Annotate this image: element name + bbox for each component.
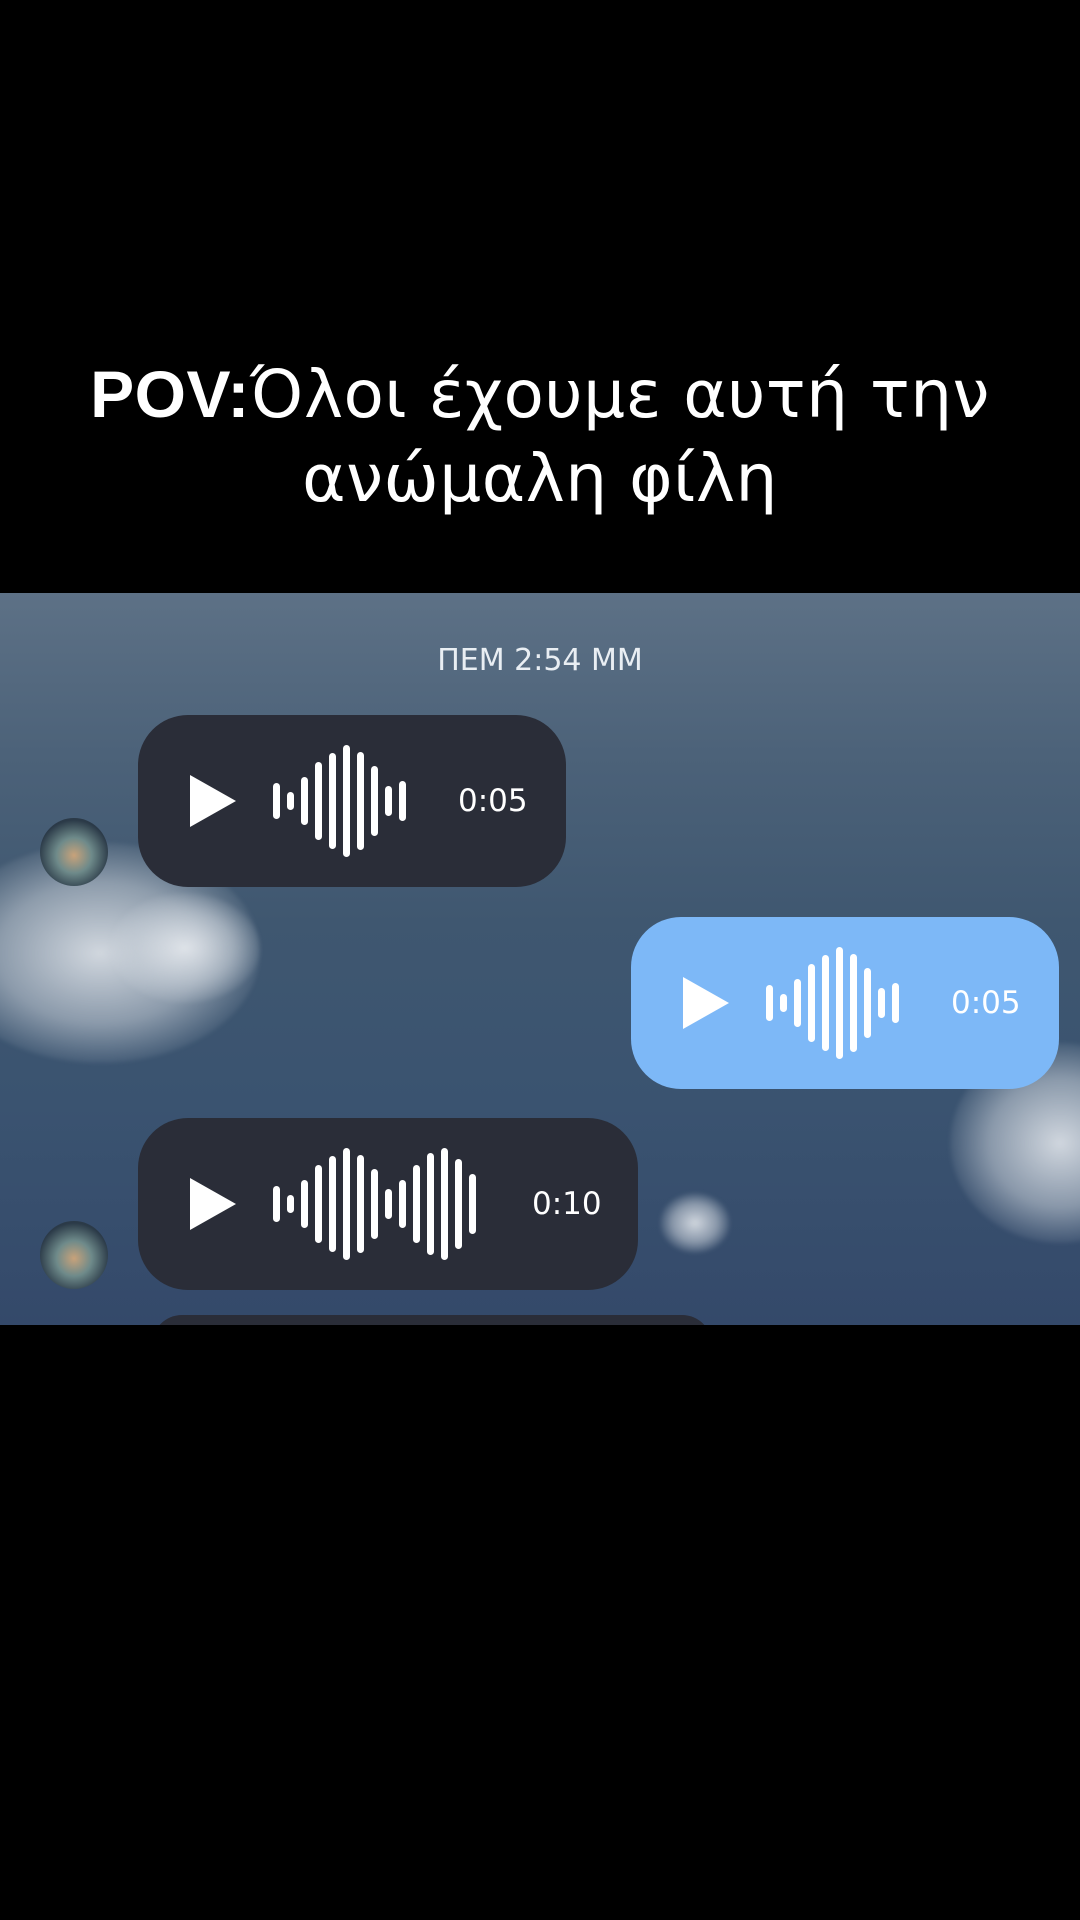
voice-message-3[interactable]: 0:10: [138, 1118, 638, 1290]
caption-pov: POV:: [90, 357, 250, 431]
voice-message-4-partial[interactable]: [152, 1315, 712, 1325]
play-icon[interactable]: [683, 977, 729, 1029]
waveform-icon: [273, 715, 413, 887]
play-icon[interactable]: [190, 1178, 236, 1230]
avatar[interactable]: [40, 818, 108, 886]
waveform-icon: [766, 917, 906, 1089]
message-timestamp: ΠΕΜ 2:54 ΜΜ: [437, 643, 643, 678]
caption-line1: Όλοι έχουμε αυτή την: [249, 356, 990, 433]
cloud-left-small: [110, 893, 260, 1003]
voice-message-2[interactable]: 0:05: [631, 917, 1059, 1089]
play-icon[interactable]: [190, 775, 236, 827]
cloud-mid: [660, 1193, 730, 1253]
voice-duration: 0:05: [458, 783, 528, 819]
caption-line2: ανώμαλη φίλη: [302, 440, 778, 517]
voice-message-1[interactable]: 0:05: [138, 715, 566, 887]
waveform-icon: [273, 1118, 483, 1290]
caption: POV:Όλοι έχουμε αυτή την ανώμαλη φίλη: [0, 352, 1080, 521]
avatar[interactable]: [40, 1221, 108, 1289]
voice-duration: 0:10: [532, 1186, 602, 1222]
voice-duration: 0:05: [951, 985, 1021, 1021]
chat-screen: ΠΕΜ 2:54 ΜΜ 0:05 0:05 0:10: [0, 593, 1080, 1325]
